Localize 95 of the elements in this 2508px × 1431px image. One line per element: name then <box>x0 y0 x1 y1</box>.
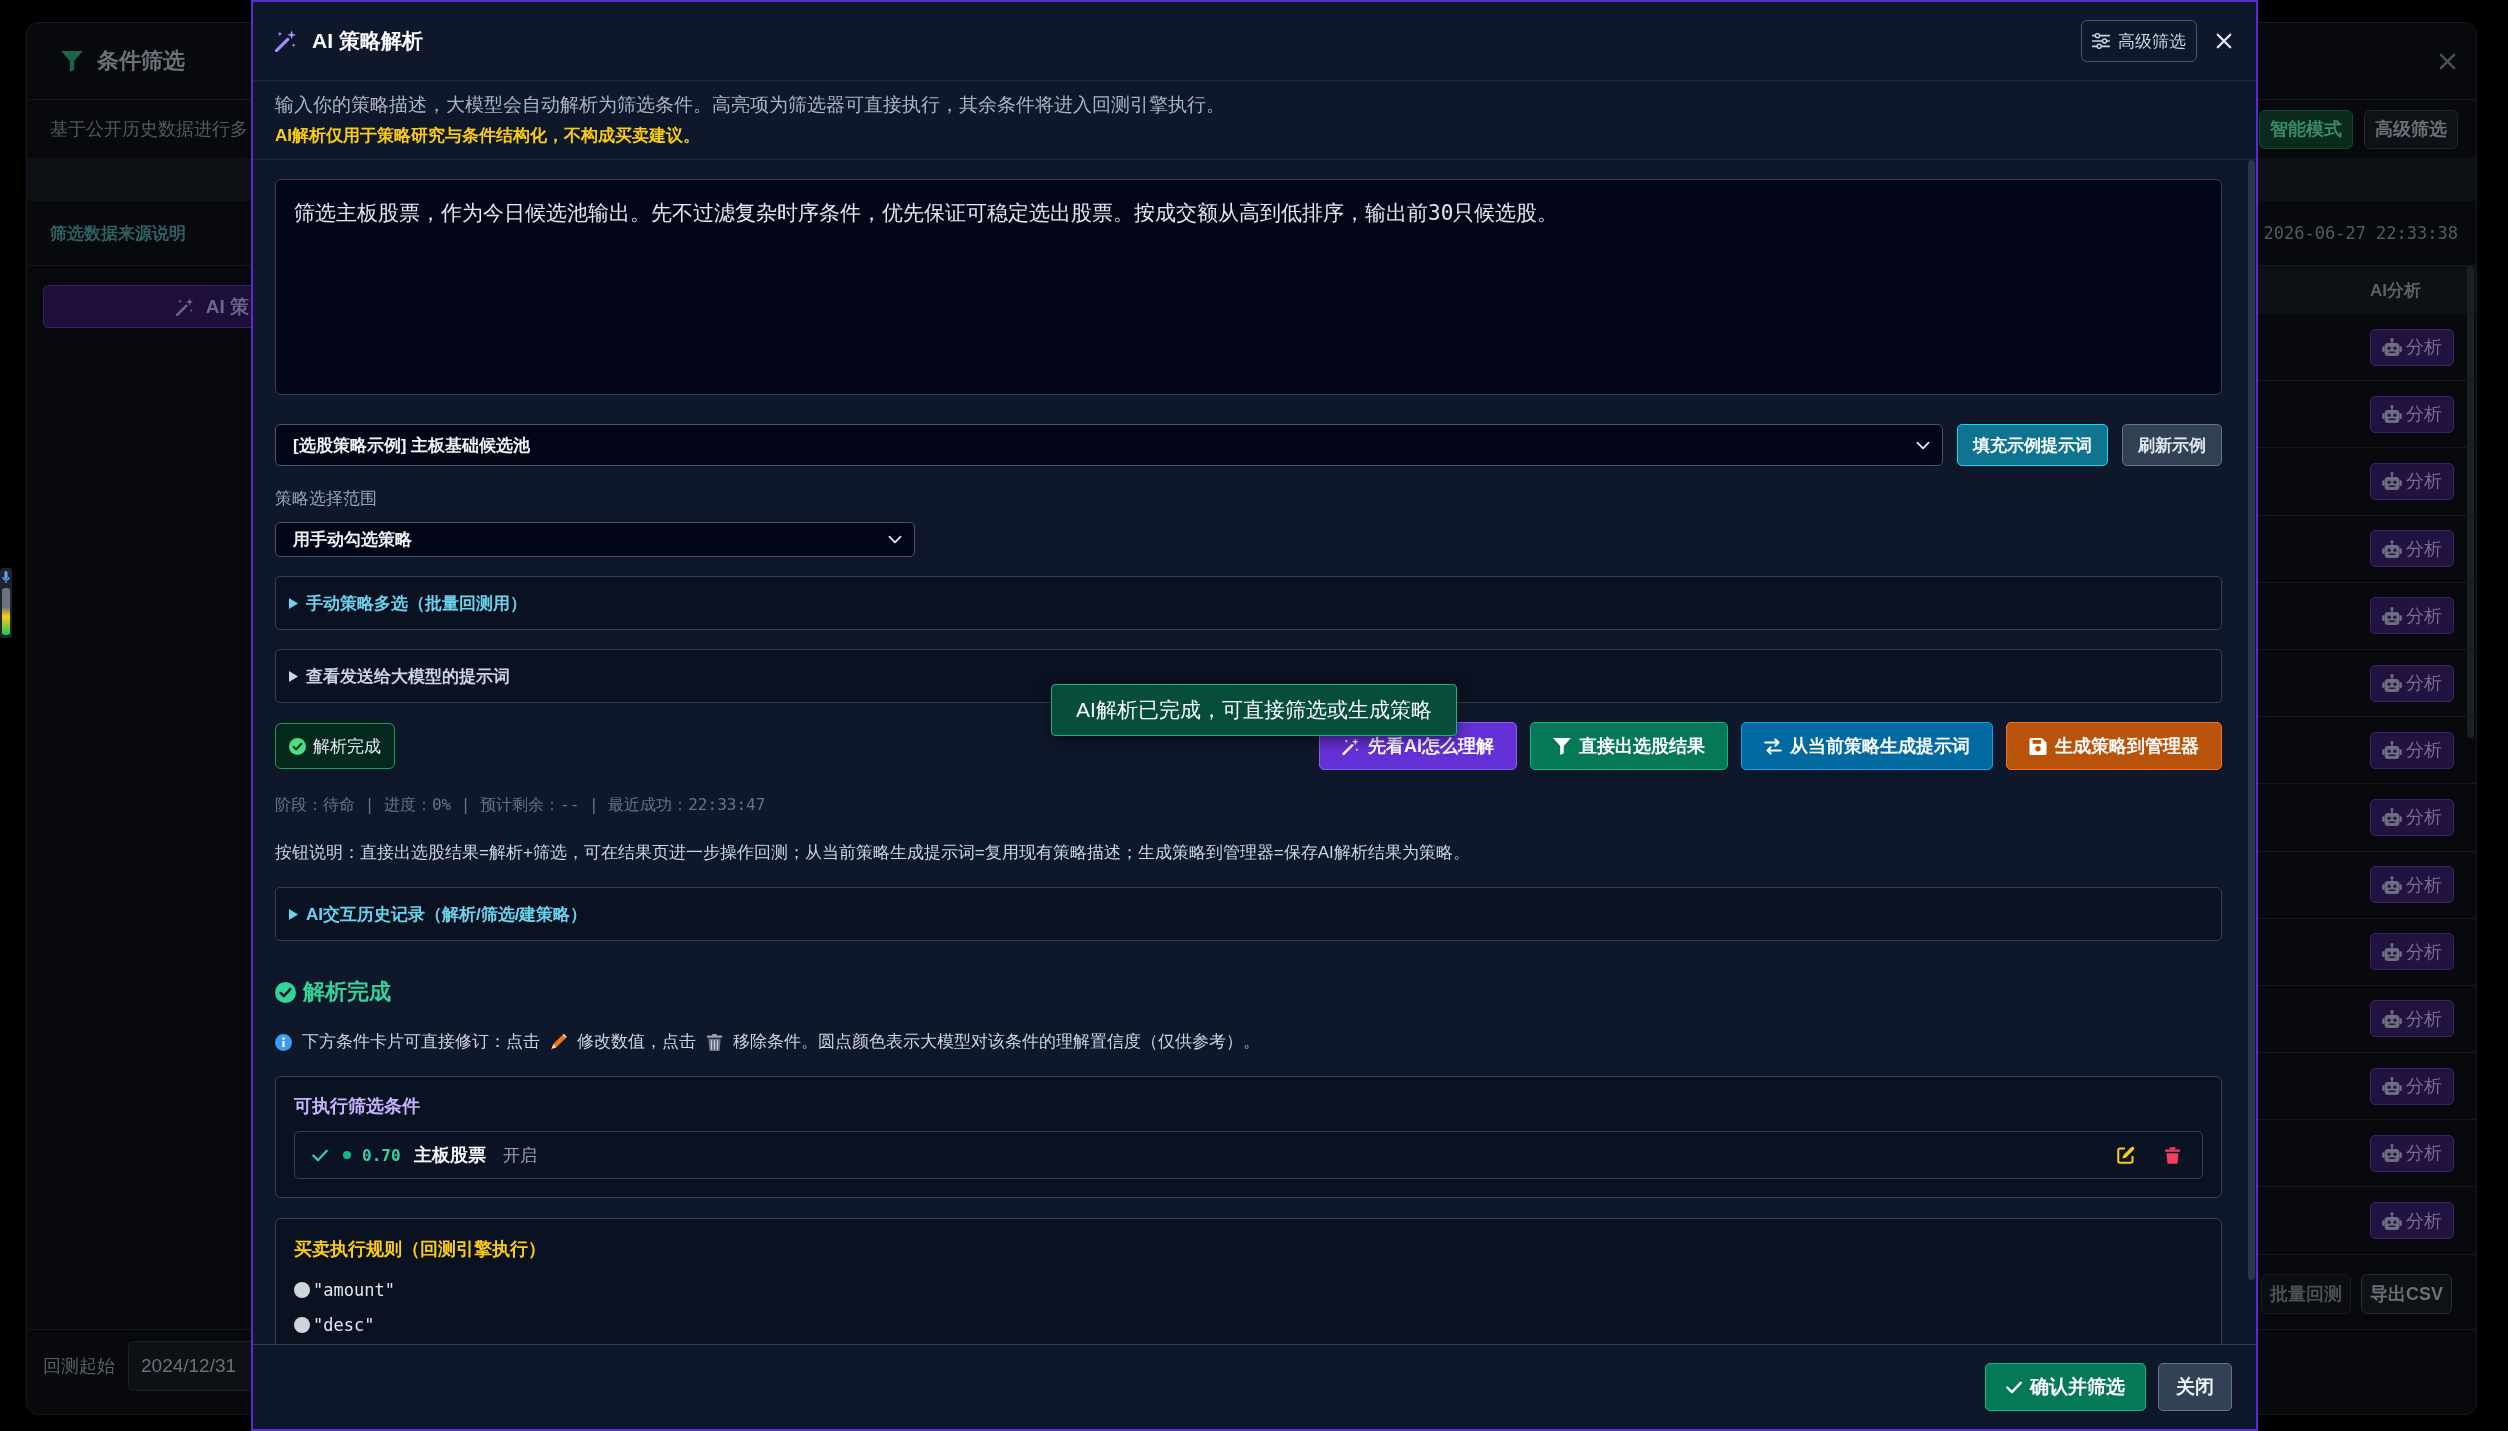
pencil-icon <box>550 1033 567 1051</box>
hint-text: 修改数值，点击 <box>577 1031 696 1052</box>
status-text: 解析完成 <box>313 735 381 758</box>
robot-icon <box>2382 741 2402 760</box>
hint-text: 移除条件。圆点颜色表示大模型对该条件的理解置信度（仅供参考）。 <box>733 1031 1260 1052</box>
trash-icon[interactable] <box>2165 1146 2180 1164</box>
panel-label: 手动策略多选（批量回测用） <box>306 592 527 615</box>
scope-label: 策略选择范围 <box>275 489 378 509</box>
analyze-button[interactable]: 分析 <box>2370 328 2454 366</box>
condition-value: 开启 <box>502 1144 537 1167</box>
rule-text: "desc" <box>313 1315 375 1335</box>
robot-icon <box>2382 405 2402 424</box>
ai-strategy-button[interactable]: AI 策 <box>43 285 251 328</box>
microphone-meter-icon[interactable] <box>0 568 12 638</box>
robot-icon <box>2382 606 2402 625</box>
dialog-description: 输入你的策略描述，大模型会自动解析为筛选条件。高亮项为筛选器可直接执行，其余条件将进入回测引擎执行。 <box>275 93 1226 117</box>
funnel-icon <box>61 50 83 72</box>
robot-icon <box>2382 1077 2402 1096</box>
toast-message: AI解析已完成，可直接筛选或生成策略 <box>1051 684 1457 736</box>
magic-wand-icon <box>1342 737 1360 755</box>
analyze-button[interactable]: 分析 <box>2370 731 2454 769</box>
robot-icon <box>2382 1211 2402 1230</box>
chevron-down-icon <box>1916 440 1930 450</box>
card-title: 可执行筛选条件 <box>294 1095 421 1118</box>
analyze-button[interactable]: 分析 <box>2370 664 2454 702</box>
table-action-button[interactable]: 导出CSV <box>2361 1273 2452 1314</box>
result-heading: 解析完成 <box>303 978 391 1006</box>
analyze-button[interactable]: 分析 <box>2370 798 2454 836</box>
analyze-button[interactable]: 分析 <box>2370 1067 2454 1105</box>
column-header: AI分析 <box>2370 279 2421 302</box>
button-help-text: 按钮说明：直接出选股结果=解析+筛选，可在结果页进一步操作回测；从当前策略生成提示词=复用现有策略描述；生成策略到管理器=保存AI解析结果为策略。 <box>275 843 1471 863</box>
check-circle-icon <box>289 737 306 755</box>
info-icon <box>275 1033 292 1051</box>
collapsible-panel[interactable]: AI交互历史记录（解析/筛选/建策略） <box>275 887 2222 941</box>
timestamp-text: 2026-06-27 22:33:38 <box>2263 223 2458 243</box>
advanced-filter-button[interactable]: 高级筛选 <box>2081 20 2197 62</box>
condition-name: 主板股票 <box>413 1144 486 1167</box>
analyze-button[interactable]: 分析 <box>2370 1202 2454 1240</box>
circle-icon <box>294 1317 310 1333</box>
magic-wand-icon <box>275 30 297 52</box>
action-button[interactable]: 从当前策略生成提示词 <box>1741 722 1993 770</box>
robot-icon <box>2382 942 2402 961</box>
robot-icon <box>2382 1009 2402 1028</box>
robot-icon <box>2382 808 2402 827</box>
panel-label: AI交互历史记录（解析/筛选/建策略） <box>306 903 588 926</box>
card-title: 买卖执行规则（回测引擎执行） <box>294 1238 547 1261</box>
dialog-title: AI 策略解析 <box>312 28 423 54</box>
progress-status-text: 阶段：待命 | 进度：0% | 预计剩余：-- | 最近成功：22:33:47 <box>275 795 767 815</box>
analyze-button[interactable]: 分析 <box>2370 866 2454 904</box>
analyze-button[interactable]: 分析 <box>2370 395 2454 433</box>
robot-icon <box>2382 472 2402 491</box>
example-select[interactable]: [选股策略示例] 主板基础候选池 <box>275 424 1943 466</box>
robot-icon <box>2382 338 2402 357</box>
panel-subtitle: 基于公开历史数据进行多 <box>50 118 248 141</box>
prompt-field[interactable]: 筛选主板股票，作为今日候选池输出。先不过滤复杂时序条件，优先保证可稳定选出股票。按成交额从高到低排序，输出前30只候选股。 <box>275 179 2222 395</box>
panel-title: 条件筛选 <box>97 47 185 75</box>
scrollbar[interactable] <box>2248 160 2255 1280</box>
rule-text: "amount" <box>313 1280 395 1300</box>
analyze-button[interactable]: 分析 <box>2370 597 2454 635</box>
check-circle-icon <box>275 981 296 1003</box>
sliders-icon <box>2092 33 2110 49</box>
analyze-button[interactable]: 分析 <box>2370 1134 2454 1172</box>
disclaimer-text: AI解析仅用于策略研究与条件结构化，不构成买卖建议。 <box>275 125 701 147</box>
wastebasket-icon <box>706 1033 723 1051</box>
check-icon <box>2006 1380 2022 1394</box>
robot-icon <box>2382 539 2402 558</box>
backtest-start-label: 回测起始 <box>43 1355 115 1378</box>
robot-icon <box>2382 1144 2402 1163</box>
analyze-button[interactable]: 分析 <box>2370 530 2454 568</box>
panel-label: 查看发送给大模型的提示词 <box>306 665 510 688</box>
footer-button[interactable]: 关闭 <box>2158 1363 2232 1411</box>
date-field[interactable]: 2024/12/31 <box>128 1341 251 1391</box>
action-button[interactable]: 直接出选股结果 <box>1530 722 1728 770</box>
data-source-link[interactable]: 筛选数据来源说明 <box>50 221 186 245</box>
analyze-button[interactable]: 分析 <box>2370 933 2454 971</box>
action-button[interactable]: 生成策略到管理器 <box>2006 722 2222 770</box>
analyze-button[interactable]: 分析 <box>2370 1000 2454 1038</box>
magic-wand-icon <box>175 297 194 316</box>
chevron-down-icon <box>888 535 902 544</box>
mode-button[interactable]: 智能模式 <box>2259 109 2353 149</box>
mode-button[interactable]: 高级筛选 <box>2364 109 2458 149</box>
edit-icon[interactable] <box>2117 1146 2135 1164</box>
analyze-button[interactable]: 分析 <box>2370 462 2454 500</box>
swap-arrows-icon <box>1764 737 1782 755</box>
example-button[interactable]: 刷新示例 <box>2122 424 2222 466</box>
circle-icon <box>294 1282 310 1298</box>
scope-select[interactable]: 用手动勾选策略 <box>275 522 915 557</box>
collapsible-panel[interactable]: 手动策略多选（批量回测用） <box>275 576 2222 630</box>
example-button[interactable]: 填充示例提示词 <box>1957 424 2108 466</box>
robot-icon <box>2382 875 2402 894</box>
confidence-value: 0.70 <box>362 1145 401 1165</box>
hint-text: 下方条件卡片可直接修订：点击 <box>302 1031 540 1052</box>
robot-icon <box>2382 674 2402 693</box>
filter-icon <box>1553 737 1571 755</box>
footer-button[interactable]: 确认并筛选 <box>1985 1363 2146 1411</box>
